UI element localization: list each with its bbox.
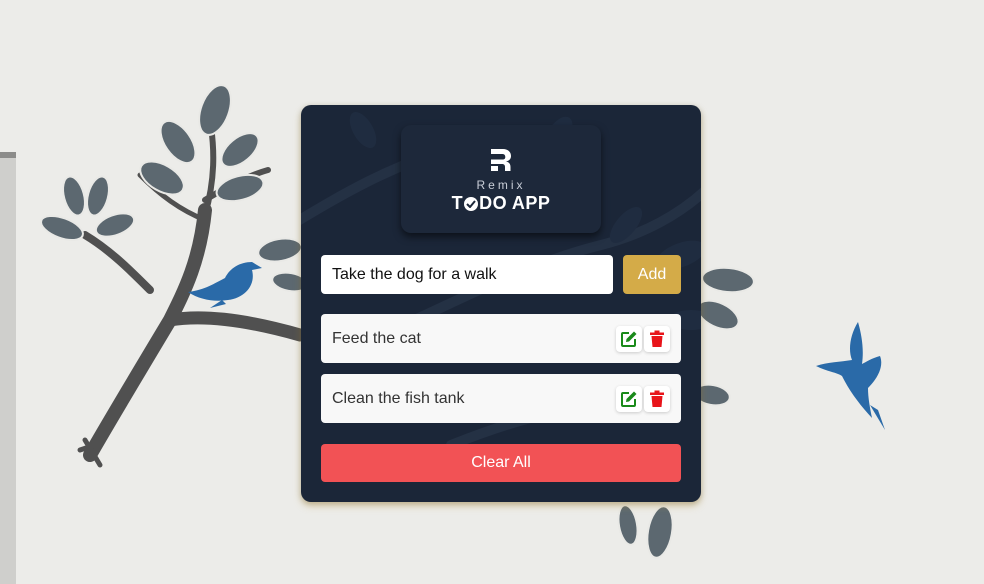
app-title: T DO APP [401,193,601,214]
delete-button[interactable] [644,326,670,352]
todo-item-text: Clean the fish tank [332,390,465,407]
check-circle-icon [464,196,479,211]
delete-button[interactable] [644,386,670,412]
todo-item-text: Feed the cat [332,330,421,347]
remix-logo-icon [491,149,511,171]
trash-icon [650,390,664,407]
edit-icon [621,391,637,407]
edit-icon [621,331,637,347]
clear-all-button[interactable]: Clear All [321,444,681,482]
todo-list: Feed the cat Clean the fish tank [321,314,681,434]
todo-input[interactable] [321,255,613,294]
todo-card: Remix T DO APP Add Feed the cat [301,105,701,502]
add-button[interactable]: Add [623,255,681,294]
app-logo: Remix T DO APP [401,125,601,233]
edit-button[interactable] [616,326,642,352]
app-title-start: T [451,193,464,213]
app-title-end: DO APP [479,193,551,213]
remix-wordmark: Remix [476,178,526,192]
edit-button[interactable] [616,386,642,412]
todo-item: Clean the fish tank [321,374,681,423]
trash-icon [650,330,664,347]
todo-item: Feed the cat [321,314,681,363]
